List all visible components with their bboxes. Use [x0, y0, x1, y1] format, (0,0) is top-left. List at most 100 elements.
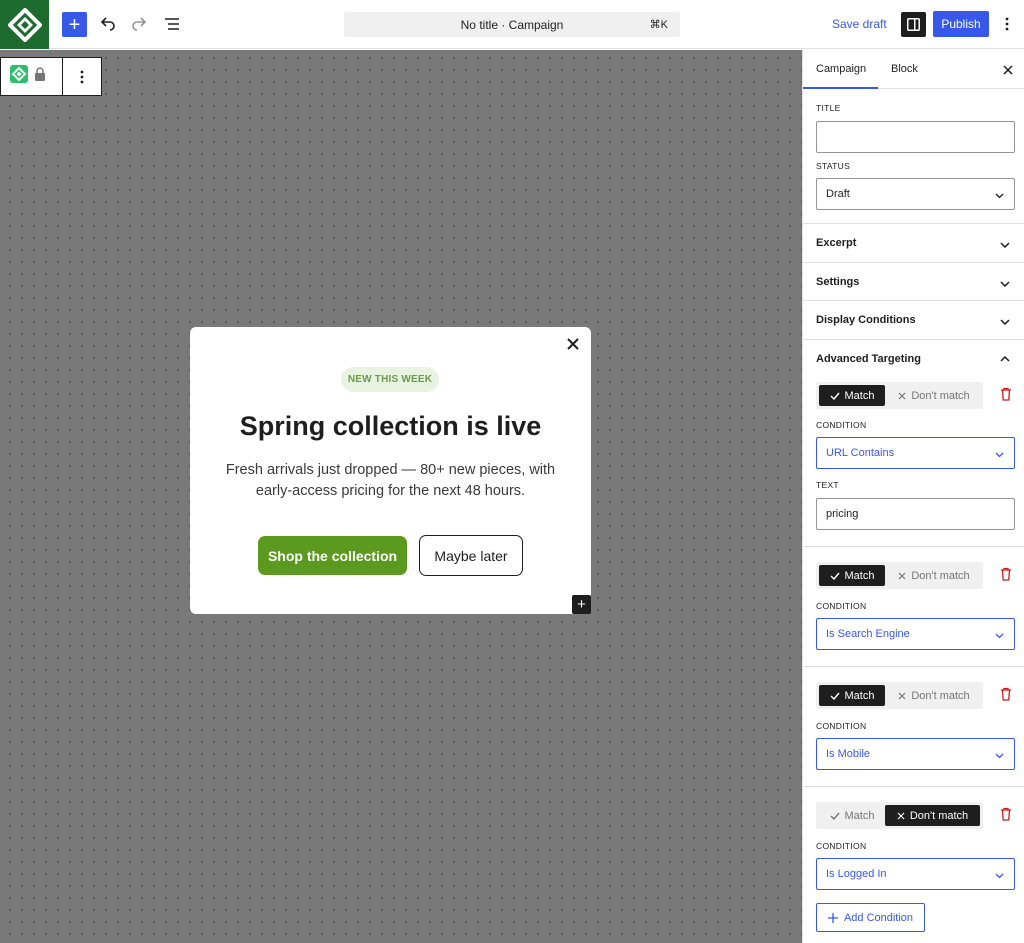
divider	[803, 300, 1024, 301]
match-option[interactable]: Match	[819, 685, 885, 706]
match-label: Match	[844, 389, 875, 402]
list-view-icon[interactable]	[160, 12, 184, 36]
x-icon	[897, 812, 905, 819]
add-block-icon[interactable]: +	[572, 595, 591, 614]
popup-body-line: early-access pricing for the next 48 hou…	[255, 483, 526, 499]
plus-icon	[827, 912, 838, 923]
condition-value: Is Mobile	[826, 748, 871, 760]
divider	[803, 546, 1024, 547]
publish-button[interactable]: Publish	[933, 11, 989, 37]
active-tab-indicator	[803, 87, 878, 89]
condition-label: CONDITION	[816, 420, 867, 430]
dont-match-option[interactable]: Don't match	[888, 385, 980, 406]
add-condition-label: Add Condition	[843, 911, 914, 924]
chevron-down-icon	[995, 870, 1004, 882]
divider	[803, 262, 1024, 263]
match-option[interactable]: Match	[819, 385, 885, 406]
match-label: Match	[844, 689, 875, 702]
dont-match-option[interactable]: Don't match	[885, 805, 980, 826]
popup-body-line: Fresh arrivals just dropped — 80+ new pi…	[225, 462, 556, 478]
trash-icon[interactable]	[999, 806, 1013, 822]
check-icon	[830, 812, 840, 820]
settings-sidebar: Campaign Block TITLE STATUS Draft Excerp…	[802, 50, 1024, 943]
popup-badge: NEW THIS WEEK	[341, 367, 439, 392]
block-options-icon[interactable]	[63, 58, 101, 95]
more-options-icon[interactable]	[997, 12, 1017, 36]
check-icon	[830, 392, 840, 400]
condition-select[interactable]: Is Mobile	[816, 738, 1015, 770]
section-display-conditions[interactable]: Display Conditions	[816, 314, 916, 326]
chevron-up-icon[interactable]	[999, 353, 1011, 365]
dont-match-label: Don't match	[909, 809, 969, 822]
condition-select[interactable]: Is Search Engine	[816, 618, 1015, 650]
condition-value: URL Contains	[826, 447, 895, 459]
status-select[interactable]: Draft	[816, 178, 1015, 210]
chevron-down-icon[interactable]	[999, 316, 1011, 328]
chevron-down-icon	[995, 449, 1004, 461]
condition-select[interactable]: Is Logged In	[816, 858, 1015, 890]
match-label: Match	[844, 569, 875, 582]
close-sidebar-icon[interactable]	[999, 61, 1017, 79]
redo-icon[interactable]	[127, 12, 151, 36]
dont-match-label: Don't match	[911, 689, 970, 702]
text-input[interactable]: pricing	[816, 498, 1015, 530]
condition-label: CONDITION	[816, 721, 867, 731]
section-advanced-targeting[interactable]: Advanced Targeting	[816, 353, 921, 365]
chevron-down-icon	[995, 750, 1004, 762]
shop-collection-button[interactable]: Shop the collection	[258, 536, 407, 575]
condition-label: CONDITION	[816, 841, 867, 851]
editor-top-bar: + No title · Campaign ⌘K Save draft Publ…	[0, 0, 1024, 49]
divider	[803, 786, 1024, 787]
condition-label: CONDITION	[816, 601, 867, 611]
site-logo-icon[interactable]	[0, 0, 49, 49]
maybe-later-button[interactable]: Maybe later	[419, 535, 523, 576]
lock-icon[interactable]	[34, 67, 46, 86]
chevron-down-icon[interactable]	[999, 278, 1011, 290]
dont-match-label: Don't match	[911, 389, 970, 402]
tab-block[interactable]: Block	[891, 63, 918, 75]
title-input[interactable]	[816, 121, 1015, 153]
trash-icon[interactable]	[999, 386, 1013, 402]
match-option[interactable]: Match	[819, 805, 885, 826]
condition-value: Is Logged In	[826, 868, 887, 880]
document-title: No title · Campaign	[460, 17, 564, 32]
dont-match-option[interactable]: Don't match	[888, 685, 980, 706]
match-toggle: Match Don't match	[816, 802, 983, 829]
check-icon	[830, 572, 840, 580]
check-icon	[830, 692, 840, 700]
block-inserter-button[interactable]: +	[62, 12, 87, 37]
condition-select[interactable]: URL Contains	[816, 437, 1015, 469]
shortcut-hint: ⌘K	[649, 19, 668, 31]
close-icon[interactable]	[563, 334, 583, 354]
save-draft-button[interactable]: Save draft	[832, 17, 887, 31]
match-toggle: Match Don't match	[816, 682, 983, 709]
text-label: TEXT	[816, 480, 839, 490]
section-settings[interactable]: Settings	[816, 276, 859, 288]
section-excerpt[interactable]: Excerpt	[816, 237, 856, 249]
title-label: TITLE	[816, 103, 841, 113]
divider	[803, 666, 1024, 667]
block-type-group[interactable]	[1, 58, 63, 95]
dont-match-option[interactable]: Don't match	[888, 565, 980, 586]
x-icon	[898, 572, 906, 579]
trash-icon[interactable]	[999, 566, 1013, 582]
status-label: STATUS	[816, 161, 851, 171]
status-value: Draft	[826, 188, 850, 200]
add-condition-button[interactable]: Add Condition	[816, 903, 925, 932]
divider	[803, 339, 1024, 340]
match-toggle: Match Don't match	[816, 382, 983, 409]
block-type-icon[interactable]	[10, 65, 28, 88]
match-option[interactable]: Match	[819, 565, 885, 586]
popup-body: Fresh arrivals just dropped — 80+ new pi…	[210, 460, 571, 502]
trash-icon[interactable]	[999, 686, 1013, 702]
match-toggle: Match Don't match	[816, 562, 983, 589]
block-toolbar	[0, 57, 102, 96]
divider	[803, 223, 1024, 224]
command-palette-button[interactable]: No title · Campaign ⌘K	[344, 12, 680, 37]
tab-campaign[interactable]: Campaign	[816, 63, 866, 75]
match-label: Match	[844, 809, 875, 822]
settings-panel-toggle-icon[interactable]	[901, 12, 926, 37]
undo-icon[interactable]	[96, 12, 120, 36]
chevron-down-icon[interactable]	[999, 239, 1011, 251]
chevron-down-icon	[995, 190, 1004, 202]
